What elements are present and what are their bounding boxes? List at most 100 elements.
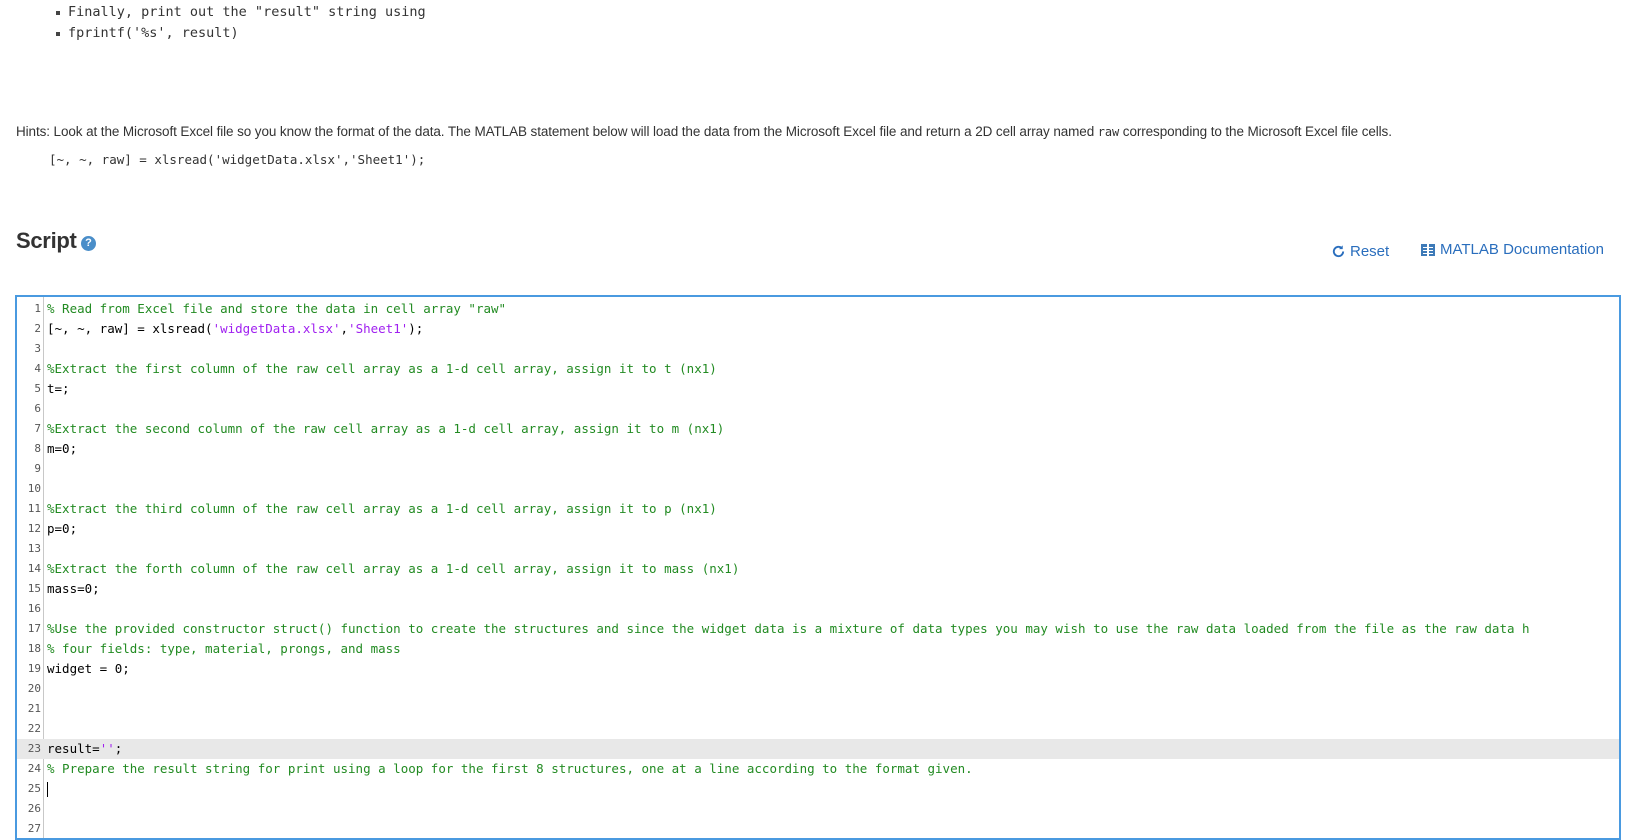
code-token: t=;	[47, 381, 70, 396]
code-text: t=;	[47, 379, 70, 399]
reset-label: Reset	[1350, 243, 1390, 260]
code-token: ,	[340, 321, 349, 336]
code-token: [~, ~, raw] = xlsread(	[47, 321, 213, 336]
code-line[interactable]: 23 result='';	[17, 739, 1619, 759]
code-line[interactable]: 26	[17, 799, 1619, 819]
code-line[interactable]: 25	[17, 779, 1619, 799]
line-number: 8	[34, 442, 41, 455]
code-text: % Read from Excel file and store the dat…	[47, 299, 506, 319]
code-editor[interactable]: 1 % Read from Excel file and store the da…	[15, 295, 1621, 840]
line-number: 20	[27, 682, 41, 695]
code-comment: % Read from Excel file and store the dat…	[47, 301, 507, 316]
matlab-documentation-link[interactable]: MATLAB Documentation	[1421, 241, 1604, 258]
code-line[interactable]: 8 m=0;	[17, 439, 1619, 459]
line-number: 24	[27, 762, 41, 775]
code-line[interactable]: 13	[17, 539, 1619, 559]
code-line[interactable]: 7 %Extract the second column of the raw c…	[17, 419, 1619, 439]
code-line[interactable]: 21	[17, 699, 1619, 719]
code-comment: %Extract the forth column of the raw cel…	[47, 561, 740, 576]
line-number: 9	[34, 462, 41, 475]
code-comment: % Prepare the result string for print us…	[47, 761, 973, 776]
code-line[interactable]: 10	[17, 479, 1619, 499]
code-comment: % four fields: type, material, prongs, a…	[47, 641, 401, 656]
code-text: m=0;	[47, 439, 77, 459]
line-number: 12	[27, 522, 41, 535]
line-number: 2	[34, 322, 41, 335]
code-text: %Extract the third column of the raw cel…	[47, 499, 717, 519]
code-text: %Use the provided constructor struct() f…	[47, 619, 1530, 639]
line-number: 7	[34, 422, 41, 435]
code-line[interactable]: 16	[17, 599, 1619, 619]
code-line[interactable]: 14 %Extract the forth column of the raw c…	[17, 559, 1619, 579]
code-string: 'widgetData.xlsx'	[212, 321, 341, 336]
code-line[interactable]: 9	[17, 459, 1619, 479]
code-token: widget = 0;	[47, 661, 130, 676]
code-line[interactable]: 18 % four fields: type, material, prongs,…	[17, 639, 1619, 659]
line-number: 13	[27, 542, 41, 555]
code-text: %Extract the second column of the raw ce…	[47, 419, 724, 439]
bullet-item: fprintf('%s', result)	[56, 23, 426, 44]
help-icon[interactable]: ?	[81, 236, 96, 251]
code-line[interactable]: 12 p=0;	[17, 519, 1619, 539]
code-token: m=0;	[47, 441, 78, 456]
code-text: % four fields: type, material, prongs, a…	[47, 639, 401, 659]
code-text: [~, ~, raw] = xlsread('widgetData.xlsx',…	[47, 319, 423, 339]
hint-text-before: Hints: Look at the Microsoft Excel file …	[16, 124, 1098, 139]
hint-code-line: [~, ~, raw] = xlsread('widgetData.xlsx',…	[49, 152, 426, 167]
code-text: % Prepare the result string for print us…	[47, 759, 973, 779]
code-line[interactable]: 22	[17, 719, 1619, 739]
bullet-item: Finally, print out the "result" string u…	[56, 2, 426, 23]
script-title: Script	[16, 228, 77, 253]
code-comment: %Use the provided constructor struct() f…	[47, 621, 1530, 636]
line-number: 5	[34, 382, 41, 395]
code-line[interactable]: 2 [~, ~, raw] = xlsread('widgetData.xlsx'…	[17, 319, 1619, 339]
code-line[interactable]: 17 %Use the provided constructor struct()…	[17, 619, 1619, 639]
code-comment: %Extract the first column of the raw cel…	[47, 361, 717, 376]
code-text: %Extract the forth column of the raw cel…	[47, 559, 739, 579]
code-text: %Extract the first column of the raw cel…	[47, 359, 717, 379]
line-number: 1	[34, 302, 41, 315]
code-string: 'Sheet1'	[348, 321, 409, 336]
code-line[interactable]: 11 %Extract the third column of the raw c…	[17, 499, 1619, 519]
code-token: result=	[47, 741, 100, 756]
line-number: 14	[27, 562, 41, 575]
line-number: 23	[27, 742, 41, 755]
line-number: 15	[27, 582, 41, 595]
code-text: result='';	[47, 739, 122, 759]
line-number: 26	[27, 802, 41, 815]
code-line[interactable]: 19 widget = 0;	[17, 659, 1619, 679]
line-number: 11	[27, 502, 41, 515]
code-token: p=0;	[47, 521, 78, 536]
reset-icon	[1332, 245, 1345, 258]
code-string: ''	[99, 741, 115, 756]
line-number: 10	[27, 482, 41, 495]
line-number: 4	[34, 362, 41, 375]
code-line[interactable]: 6	[17, 399, 1619, 419]
code-comment: %Extract the second column of the raw ce…	[47, 421, 725, 436]
code-line[interactable]: 15 mass=0;	[17, 579, 1619, 599]
code-line[interactable]: 27	[17, 819, 1619, 838]
code-text: widget = 0;	[47, 659, 130, 679]
line-number: 22	[27, 722, 41, 735]
code-line[interactable]: 3	[17, 339, 1619, 359]
code-comment: %Extract the third column of the raw cel…	[47, 501, 717, 516]
line-number: 17	[27, 622, 41, 635]
reset-button[interactable]: Reset	[1331, 243, 1389, 260]
hint-paragraph: Hints: Look at the Microsoft Excel file …	[16, 124, 1392, 139]
text-cursor	[47, 782, 48, 797]
code-line[interactable]: 5 t=;	[17, 379, 1619, 399]
code-text: mass=0;	[47, 579, 100, 599]
code-line[interactable]: 24 % Prepare the result string for print …	[17, 759, 1619, 779]
hint-text-after: corresponding to the Microsoft Excel fil…	[1119, 124, 1392, 139]
code-token: );	[408, 321, 424, 336]
hint-code-word: raw	[1097, 125, 1120, 139]
code-token: ;	[114, 741, 123, 756]
line-number: 6	[34, 402, 41, 415]
code-line[interactable]: 4 %Extract the first column of the raw ce…	[17, 359, 1619, 379]
line-number: 21	[27, 702, 41, 715]
line-number: 3	[34, 342, 41, 355]
code-token: mass=0;	[47, 581, 100, 596]
code-line[interactable]: 20	[17, 679, 1619, 699]
book-icon	[1421, 243, 1435, 256]
code-line[interactable]: 1 % Read from Excel file and store the da…	[17, 299, 1619, 319]
